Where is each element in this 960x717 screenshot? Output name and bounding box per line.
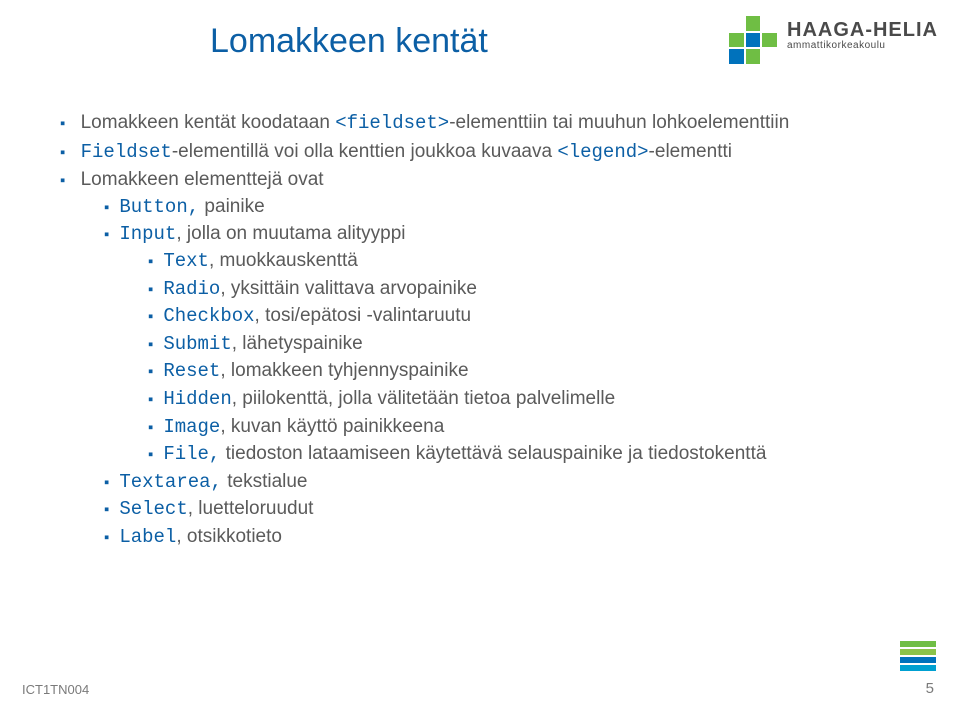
list-item: Reset, lomakkeen tyhjennyspainike — [148, 358, 900, 385]
list-item: Lomakkeen elementtejä ovat Button, paini… — [60, 167, 900, 550]
list-item: Submit, lähetyspainike — [148, 331, 900, 358]
page-number: 5 — [926, 680, 934, 697]
list-item: Fieldset-elementillä voi olla kenttien j… — [60, 139, 900, 166]
list-item: Text, muokkauskenttä — [148, 248, 900, 275]
list-item: Radio, yksittäin valittava arvopainike — [148, 276, 900, 303]
slide-content: Lomakkeen kentät koodataan <fieldset>-el… — [60, 110, 900, 553]
list-item: Checkbox, tosi/epätosi -valintaruutu — [148, 303, 900, 330]
logo-main: HAAGA-HELIA — [787, 20, 938, 41]
course-code: ICT1TN004 — [22, 682, 89, 697]
logo-text: HAAGA-HELIA ammattikorkeakoulu — [787, 20, 938, 52]
page-title: Lomakkeen kentät — [210, 22, 488, 61]
list-item: Button, painike — [104, 194, 900, 221]
list-item: Textarea, tekstialue — [104, 469, 900, 496]
list-item: Image, kuvan käyttö painikkeena — [148, 414, 900, 441]
logo-mark — [729, 16, 777, 64]
brand-logo: HAAGA-HELIA ammattikorkeakoulu — [729, 16, 938, 64]
list-item: Select, luetteloruudut — [104, 496, 900, 523]
list-item: Input, jolla on muutama alityyppi Text, … — [104, 221, 900, 467]
list-item: File, tiedoston lataamiseen käytettävä s… — [148, 441, 900, 468]
list-item: Lomakkeen kentät koodataan <fieldset>-el… — [60, 110, 900, 137]
list-item: Hidden, piilokenttä, jolla välitetään ti… — [148, 386, 900, 413]
logo-sub: ammattikorkeakoulu — [787, 41, 938, 52]
decoration-stripes — [900, 639, 936, 671]
list-item: Label, otsikkotieto — [104, 524, 900, 551]
